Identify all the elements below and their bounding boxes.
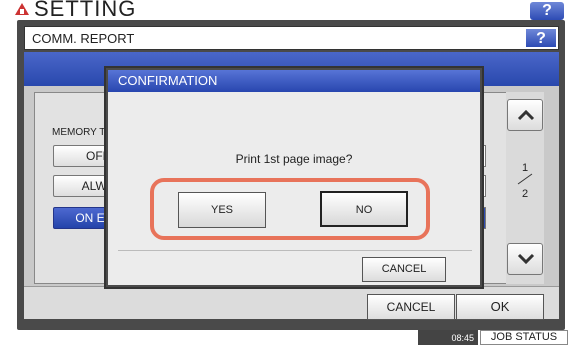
scroll-up-button[interactable] [507,99,543,131]
chevron-up-icon [517,109,535,121]
settings-icon [15,3,29,15]
chevron-down-icon [517,253,535,265]
panel-help-button[interactable]: ? [525,28,557,48]
ok-button[interactable]: OK [456,294,544,320]
memory-transmit-label: MEMORY T [52,127,106,138]
dialog-divider [118,250,472,251]
page-title: COMM. REPORT [32,31,135,46]
clock: 08:45 [418,330,478,345]
help-button[interactable]: ? [530,2,564,20]
yes-button[interactable]: YES [178,192,266,228]
page-total: 2 [521,188,529,200]
dialog-title: CONFIRMATION [118,73,218,88]
dialog-message: Print 1st page image? [235,152,353,166]
page-separator [517,173,533,185]
dialog-cancel-button[interactable]: CANCEL [362,257,446,282]
no-button[interactable]: NO [320,191,408,227]
setting-title: SETTING [34,0,137,21]
scroll-down-button[interactable] [507,243,543,275]
cancel-button[interactable]: CANCEL [367,294,455,320]
job-status-button[interactable]: JOB STATUS [480,330,568,345]
